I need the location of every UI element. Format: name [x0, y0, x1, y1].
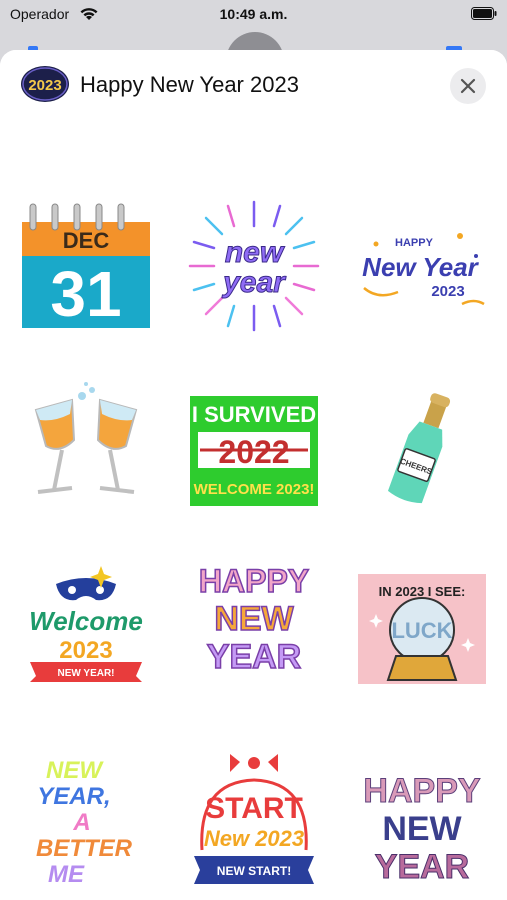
sticker-text: year: [221, 266, 287, 299]
sticker-text: New Year: [362, 252, 480, 282]
sticker-text: YEAR: [207, 638, 301, 676]
sticker-text: DEC: [63, 228, 110, 253]
sticker-text: BETTER: [36, 835, 133, 862]
sticker-text: WELCOME 2023!: [194, 481, 315, 498]
sticker-text: A: [72, 809, 90, 836]
sticker-happy-new-year-fireworks[interactable]: HAPPY NEW YEAR: [352, 750, 492, 890]
sticker-new-year-burst[interactable]: new year: [184, 196, 324, 336]
sheet-header: 2023 Happy New Year 2023: [0, 50, 507, 120]
sticker-text: YEAR,: [37, 783, 110, 810]
sticker-text: NEW YEAR!: [57, 668, 114, 679]
sticker-grid: DEC 31 new year HAPPY New Year 2023 I SU…: [0, 50, 507, 900]
sticker-text: NEW: [46, 757, 104, 784]
sticker-start-new-2023[interactable]: START New 2023 NEW START!: [184, 750, 324, 890]
status-bar: Operador 10:49 a.m.: [0, 0, 507, 30]
sticker-text: START: [205, 792, 303, 825]
sticker-text: ME: [48, 861, 85, 888]
sticker-text: IN 2023 I SEE:: [379, 584, 466, 599]
sticker-happy-new-year-lettering[interactable]: HAPPY NEW YEAR: [184, 544, 324, 684]
sticker-new-year-better-me[interactable]: NEW YEAR, A BETTER ME: [16, 750, 156, 890]
sticker-text: new: [225, 236, 285, 269]
app-icon-text: 2023: [28, 77, 61, 94]
sticker-text: Welcome: [29, 606, 143, 636]
sticker-text: New 2023: [204, 826, 304, 851]
battery-icon: [471, 7, 497, 20]
sticker-text: I SURVIVED: [192, 402, 316, 427]
sticker-text: HAPPY: [199, 563, 309, 599]
clock: 10:49 a.m.: [219, 6, 288, 22]
sticker-sheet: DEC 31 new year HAPPY New Year 2023 I SU…: [0, 50, 507, 900]
sticker-survived-2022[interactable]: I SURVIVED 2022 WELCOME 2023!: [184, 370, 324, 510]
sticker-text: NEW START!: [217, 864, 291, 878]
close-icon: [460, 78, 476, 94]
sticker-text: 31: [50, 258, 121, 330]
sticker-text: NEW: [214, 600, 294, 638]
sticker-text: 2023: [431, 283, 464, 300]
app-icon: 2023: [20, 64, 70, 104]
sticker-champagne-bottle[interactable]: CHEERS: [352, 370, 492, 510]
page-title: Happy New Year 2023: [80, 72, 299, 97]
sticker-text: HAPPY: [363, 772, 480, 810]
sticker-text: HAPPY: [395, 237, 434, 249]
sticker-text: LUCK: [391, 618, 452, 643]
sticker-text: 2022: [218, 434, 289, 470]
sticker-champagne-glasses[interactable]: [16, 370, 156, 510]
sticker-happy-new-year-2023[interactable]: HAPPY New Year 2023: [352, 196, 492, 336]
sticker-text: YEAR: [375, 848, 469, 886]
sticker-calendar[interactable]: DEC 31: [16, 196, 156, 336]
close-button[interactable]: [450, 68, 486, 104]
sticker-text: NEW: [382, 810, 462, 848]
sticker-welcome-2023[interactable]: Welcome 2023 NEW YEAR!: [16, 544, 156, 684]
sticker-text: 2023: [59, 637, 112, 664]
sticker-crystal-ball-luck[interactable]: IN 2023 I SEE: LUCK: [352, 544, 492, 684]
